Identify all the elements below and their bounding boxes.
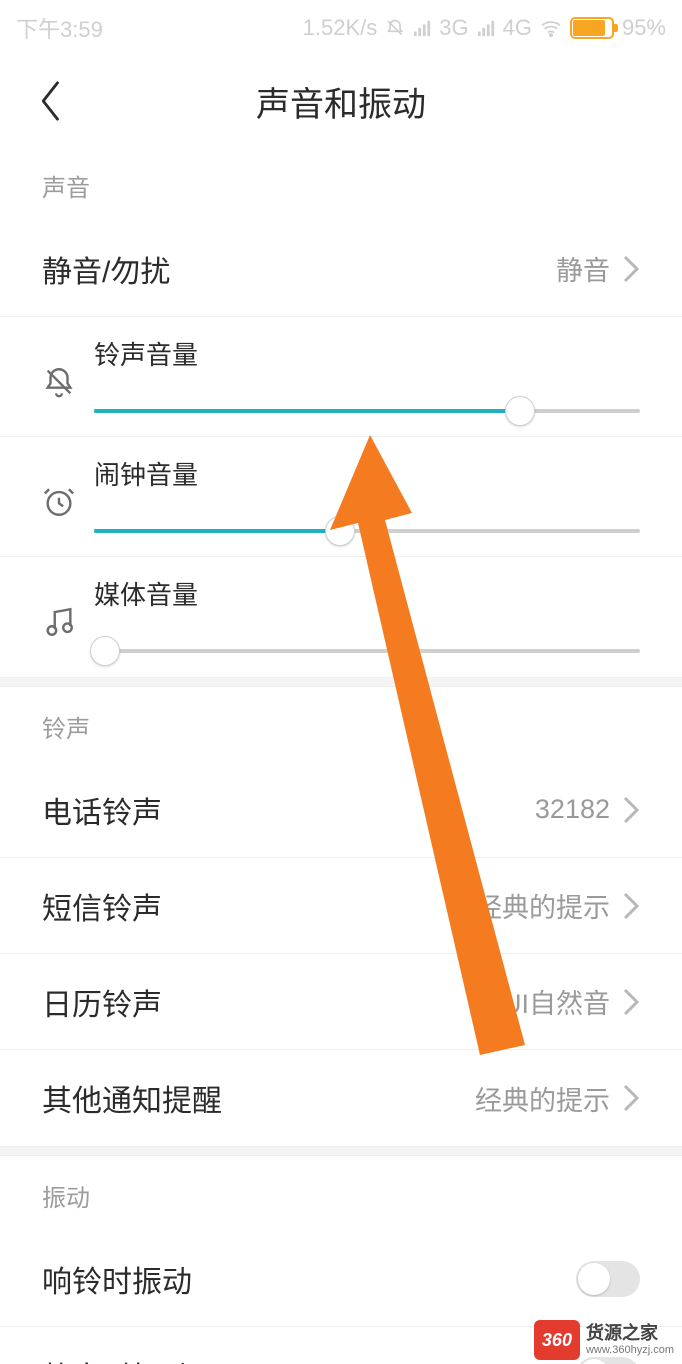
section-header-vibration: 振动 bbox=[0, 1156, 682, 1231]
other-ringtone-value: 经典的提示 bbox=[475, 1079, 610, 1118]
signal-icon bbox=[413, 19, 431, 37]
phone-ringtone-label: 电话铃声 bbox=[42, 788, 535, 832]
alarm-clock-icon bbox=[42, 485, 84, 524]
sms-ringtone-row[interactable]: 短信铃声 经典的提示 bbox=[0, 858, 682, 954]
chevron-right-icon bbox=[622, 1083, 640, 1113]
watermark-badge: 360 bbox=[534, 1320, 580, 1360]
page-header: 声音和振动 bbox=[0, 56, 682, 146]
battery-pct: 95% bbox=[622, 15, 666, 41]
status-net-4g: 4G bbox=[503, 15, 532, 41]
section-header-sound: 声音 bbox=[0, 146, 682, 221]
ring-volume-label: 铃声音量 bbox=[94, 335, 640, 372]
page-title: 声音和振动 bbox=[0, 77, 682, 126]
vibrate-on-ring-row: 响铃时振动 bbox=[0, 1231, 682, 1327]
calendar-ringtone-row[interactable]: 日历铃声 MIUI自然音 bbox=[0, 954, 682, 1050]
other-ringtone-row[interactable]: 其他通知提醒 经典的提示 bbox=[0, 1050, 682, 1146]
vibrate-on-silent-label: 静音时振动 bbox=[42, 1353, 576, 1364]
vibrate-on-ring-toggle[interactable] bbox=[576, 1261, 640, 1297]
other-ringtone-label: 其他通知提醒 bbox=[42, 1076, 475, 1120]
sms-ringtone-value: 经典的提示 bbox=[475, 886, 610, 925]
alarm-volume-label: 闹钟音量 bbox=[94, 455, 640, 492]
battery-icon bbox=[570, 17, 614, 39]
phone-ringtone-value: 32182 bbox=[535, 794, 610, 825]
calendar-ringtone-label: 日历铃声 bbox=[42, 980, 472, 1024]
ring-mute-icon bbox=[42, 365, 84, 404]
vibrate-on-ring-label: 响铃时振动 bbox=[42, 1257, 576, 1301]
section-header-ringtone: 铃声 bbox=[0, 687, 682, 762]
watermark-name: 货源之家 bbox=[586, 1324, 674, 1344]
media-volume-slider[interactable] bbox=[94, 636, 640, 666]
alarm-volume-row: 闹钟音量 bbox=[0, 437, 682, 557]
sms-ringtone-label: 短信铃声 bbox=[42, 884, 475, 928]
ring-volume-row: 铃声音量 bbox=[0, 317, 682, 437]
signal-icon-2 bbox=[477, 19, 495, 37]
silent-dnd-value: 静音 bbox=[556, 249, 610, 288]
mute-icon bbox=[385, 18, 405, 38]
status-net-3g: 3G bbox=[439, 15, 468, 41]
media-volume-label: 媒体音量 bbox=[94, 575, 640, 612]
status-time: 下午3:59 bbox=[16, 12, 103, 44]
wifi-icon bbox=[540, 19, 562, 37]
phone-ringtone-row[interactable]: 电话铃声 32182 bbox=[0, 762, 682, 858]
status-bar: 下午3:59 1.52K/s 3G 4G 95% bbox=[0, 0, 682, 56]
chevron-right-icon bbox=[622, 987, 640, 1017]
chevron-right-icon bbox=[622, 254, 640, 284]
calendar-ringtone-value: MIUI自然音 bbox=[472, 982, 610, 1021]
ring-volume-slider[interactable] bbox=[94, 396, 640, 426]
silent-dnd-label: 静音/勿扰 bbox=[42, 247, 556, 291]
media-volume-row: 媒体音量 bbox=[0, 557, 682, 677]
watermark-url: www.360hyzj.com bbox=[586, 1344, 674, 1356]
music-note-icon bbox=[42, 605, 84, 644]
watermark: 360 货源之家 www.360hyzj.com bbox=[534, 1320, 674, 1360]
status-speed: 1.52K/s bbox=[303, 15, 378, 41]
chevron-right-icon bbox=[622, 891, 640, 921]
silent-dnd-row[interactable]: 静音/勿扰 静音 bbox=[0, 221, 682, 317]
alarm-volume-slider[interactable] bbox=[94, 516, 640, 546]
back-button[interactable] bbox=[16, 66, 86, 136]
chevron-right-icon bbox=[622, 795, 640, 825]
